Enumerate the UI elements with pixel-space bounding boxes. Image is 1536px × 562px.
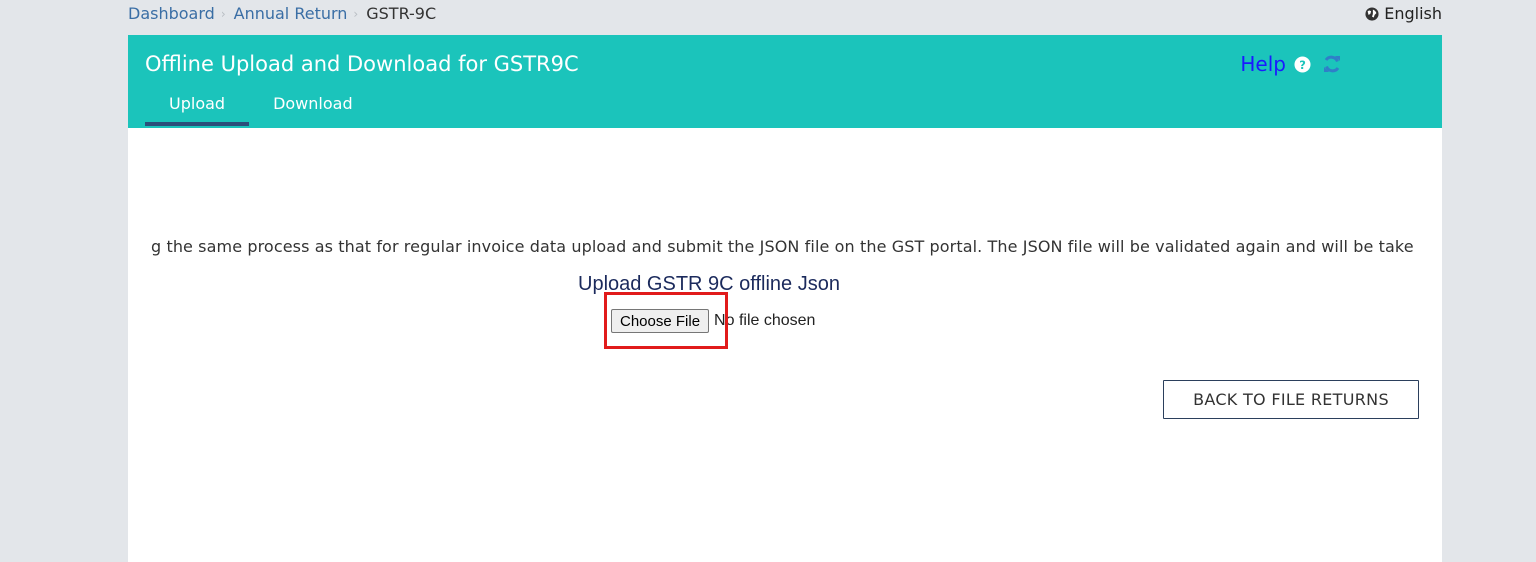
refresh-icon[interactable] (1322, 54, 1342, 74)
question-circle-icon[interactable]: ? (1294, 55, 1311, 73)
svg-text:?: ? (1299, 57, 1306, 71)
breadcrumb-dashboard[interactable]: Dashboard (128, 4, 215, 23)
help-link[interactable]: Help (1240, 52, 1286, 76)
language-selector[interactable]: English (1365, 4, 1442, 23)
offline-upload-panel: Offline Upload and Download for GSTR9C U… (128, 35, 1442, 562)
tab-bar: Upload Download (145, 92, 377, 126)
upload-instructions: g the same process as that for regular i… (151, 237, 1414, 256)
breadcrumb-annual-return[interactable]: Annual Return (234, 4, 348, 23)
breadcrumb-separator: › (353, 6, 359, 21)
back-to-file-returns-button[interactable]: BACK TO FILE RETURNS (1163, 380, 1419, 419)
file-status: No file chosen (714, 312, 816, 329)
page-title: Offline Upload and Download for GSTR9C (145, 52, 579, 76)
breadcrumb-separator: › (220, 6, 226, 21)
file-input: Choose File No file chosen (611, 309, 815, 333)
language-label: English (1384, 4, 1442, 23)
upload-title: Upload GSTR 9C offline Json (578, 273, 840, 295)
breadcrumb: Dashboard › Annual Return › GSTR-9C (128, 4, 436, 23)
choose-file-button[interactable]: Choose File (611, 309, 710, 333)
help-area: Help ? (1240, 52, 1342, 76)
breadcrumb-current: GSTR-9C (366, 4, 437, 23)
tab-download[interactable]: Download (249, 92, 377, 126)
panel-header: Offline Upload and Download for GSTR9C U… (128, 35, 1442, 128)
globe-icon (1365, 6, 1379, 21)
tab-upload[interactable]: Upload (145, 92, 250, 126)
